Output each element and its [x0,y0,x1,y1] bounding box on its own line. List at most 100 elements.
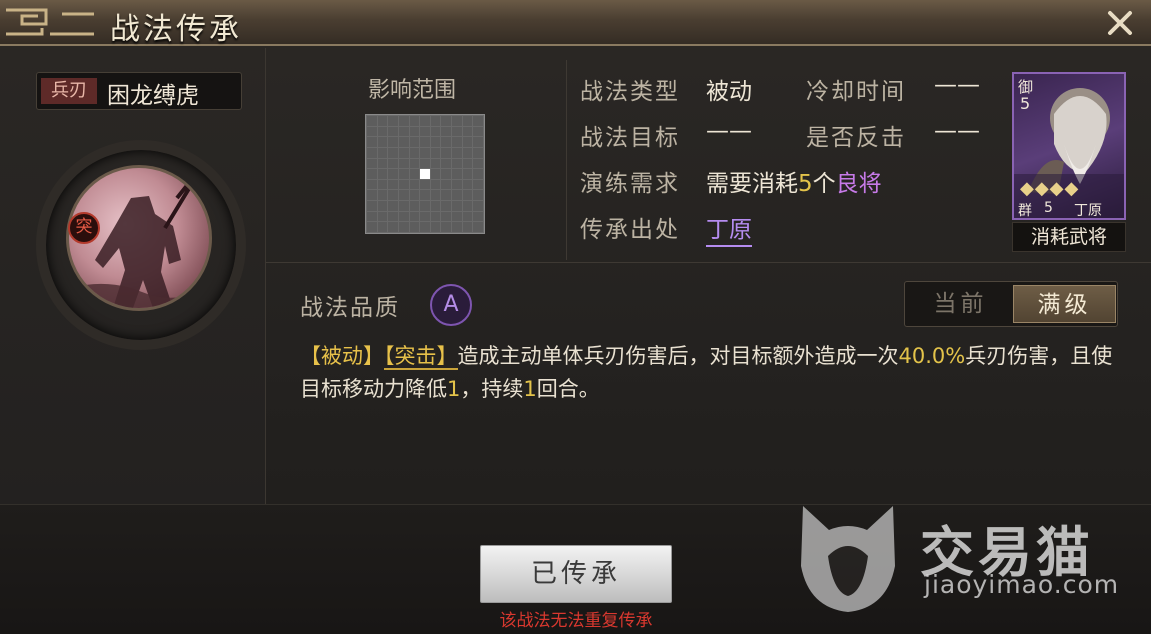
range-cell [473,137,483,147]
range-label: 影响范围 [368,78,457,103]
range-cell [367,222,377,232]
range-cell [452,137,462,147]
range-cell [388,147,398,158]
range-cell [388,222,398,232]
range-cell [452,126,462,137]
range-cell [398,222,409,232]
require-unit: 个 [812,171,836,197]
range-cell [398,116,409,126]
range-cell [388,137,398,147]
range-cell [388,179,398,190]
card-stars: ◆◆◆◆ [1020,178,1080,199]
range-grid [365,114,485,234]
range-cell [377,179,388,190]
range-cell-self [420,169,430,179]
range-cell [441,201,452,211]
range-cell [452,147,462,158]
range-cell [462,222,473,232]
require-quality: 良将 [835,171,882,197]
range-cell [398,147,409,158]
range-cell [377,116,388,126]
range-cell [409,158,420,169]
close-icon[interactable] [1101,4,1139,42]
range-cell [367,190,377,201]
range-cell [462,179,473,190]
desc-number: 1 [447,377,461,401]
range-cell [367,179,377,190]
range-cell [377,211,388,222]
skill-description: 【被动】【突击】造成主动单体兵刃伤害后，对目标额外造成一次40.0%兵刃伤害，且… [300,340,1120,406]
range-cell [473,158,483,169]
cooldown-label: 冷却时间 [806,79,906,105]
range-cell [388,126,398,137]
range-cell [388,201,398,211]
range-cell [420,222,430,232]
require-label: 演练需求 [580,171,680,197]
card-cost: 5 [1020,94,1031,113]
range-cell [473,147,483,158]
range-cell [398,211,409,222]
general-card[interactable]: 御 5 ◆◆◆◆ 群 5 丁原 消耗武将 [1012,72,1126,252]
range-cell [452,201,462,211]
type-value: 被动 [706,79,752,105]
source-label: 传承出处 [580,217,680,243]
range-cell [398,158,409,169]
range-cell [409,126,420,137]
range-cell [377,158,388,169]
range-cell [409,137,420,147]
general-card-art: 御 5 ◆◆◆◆ 群 5 丁原 [1012,72,1126,220]
range-cell [452,169,462,179]
level-toggle: 当前 满级 [904,281,1118,327]
desc-percent: 40.0% [898,344,966,368]
range-cell [367,147,377,158]
range-cell [377,137,388,147]
range-cell [398,201,409,211]
range-cell [430,126,441,137]
range-cell [367,169,377,179]
range-cell [377,126,388,137]
inherited-button[interactable]: 已传承 [480,545,672,603]
source-link[interactable]: 丁原 [706,210,752,247]
range-cell [441,190,452,201]
range-cell [377,147,388,158]
range-cell [430,137,441,147]
range-cell [367,116,377,126]
cooldown-value: —— [934,72,980,98]
range-cell [462,158,473,169]
range-cell [377,169,388,179]
range-cell [388,158,398,169]
tab-current[interactable]: 当前 [909,285,1012,323]
tab-max-level[interactable]: 满级 [1013,285,1116,323]
require-count: 5 [798,171,813,197]
range-cell [430,201,441,211]
range-cell [430,179,441,190]
range-cell [473,126,483,137]
type-label: 战法类型 [580,79,680,105]
range-cell [473,190,483,201]
range-cell [398,190,409,201]
counter-label: 是否反击 [806,125,906,151]
range-cell [409,190,420,201]
range-cell [398,179,409,190]
range-cell [473,179,483,190]
desc-text: 回合。 [536,377,600,401]
range-cell [377,201,388,211]
range-cell [377,190,388,201]
target-value: —— [706,118,752,144]
card-caption: 消耗武将 [1012,222,1126,252]
range-cell [462,190,473,201]
inherit-warning: 该战法无法重复传承 [499,611,653,631]
range-cell [388,169,398,179]
range-cell [441,222,452,232]
range-cell [452,222,462,232]
range-cell [462,169,473,179]
range-cell [367,137,377,147]
desc-tag-passive: 【被动】 [300,344,384,368]
range-cell [473,169,483,179]
divider [266,262,1151,263]
range-cell [367,211,377,222]
range-cell [430,158,441,169]
range-cell [430,116,441,126]
range-cell [420,190,430,201]
range-cell [462,116,473,126]
